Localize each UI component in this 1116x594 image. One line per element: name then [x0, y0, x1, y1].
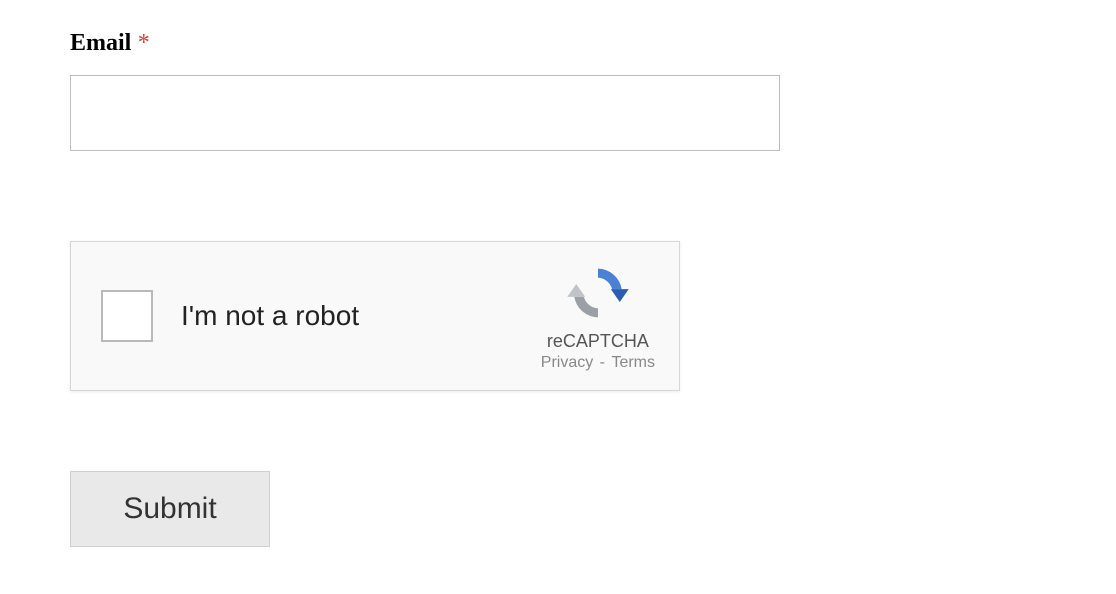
recaptcha-left: I'm not a robot: [101, 290, 359, 342]
recaptcha-separator: -: [595, 354, 609, 371]
recaptcha-widget: I'm not a robot reCAPTCHA Privacy - Term…: [70, 241, 680, 391]
recaptcha-brand-text: reCAPTCHA: [547, 331, 649, 352]
recaptcha-branding: reCAPTCHA Privacy - Terms: [541, 261, 655, 372]
recaptcha-links: Privacy - Terms: [541, 354, 655, 372]
recaptcha-label: I'm not a robot: [181, 300, 359, 332]
submit-button-label: Submit: [123, 492, 216, 526]
recaptcha-terms-link[interactable]: Terms: [611, 354, 655, 371]
recaptcha-privacy-link[interactable]: Privacy: [541, 354, 593, 371]
email-label: Email: [70, 30, 131, 56]
recaptcha-icon: [566, 261, 630, 325]
email-field[interactable]: [70, 75, 780, 151]
required-asterisk: *: [138, 30, 150, 56]
submit-button[interactable]: Submit: [70, 471, 270, 547]
email-label-row: Email *: [70, 30, 1046, 57]
recaptcha-checkbox[interactable]: [101, 290, 153, 342]
